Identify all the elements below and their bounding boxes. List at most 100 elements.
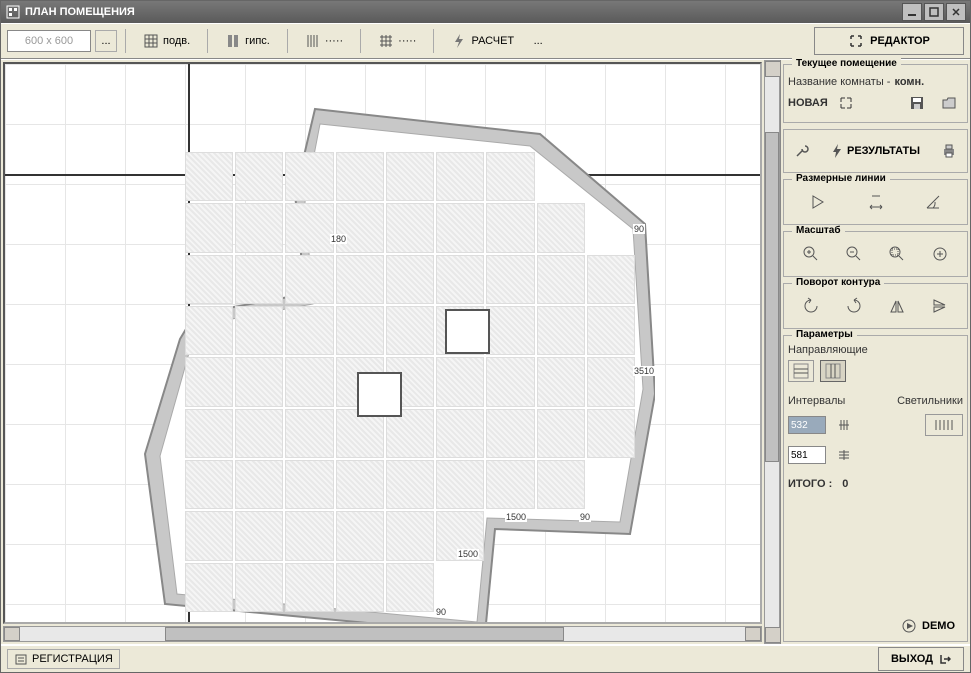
interval-y-handle[interactable] [830,443,858,467]
scale-title: Масштаб [792,225,845,236]
save-button[interactable] [903,91,931,115]
dim-90c: 90 [435,607,447,617]
exit-icon [939,653,951,665]
app-icon [5,4,21,20]
demo-label: DEMO [922,620,955,632]
interval-x-handle[interactable] [830,413,858,437]
crosshatch-icon [378,33,394,49]
total-label: ИТОГО : [788,478,832,490]
tile-size-input[interactable] [7,30,91,52]
dim-arrow-button[interactable] [805,190,833,214]
dim-1500a: 1500 [505,512,527,522]
dim-lines-title: Размерные линии [792,173,890,184]
floorplan-canvas[interactable]: 180 90 3510 90 1500 1500 90 [3,62,762,624]
vscroll-thumb[interactable] [765,132,779,462]
intervals-label: Интервалы [788,395,845,407]
hatch2-label: ····· [398,35,416,47]
hscrollbar[interactable] [3,626,762,642]
dim-180: 180 [330,234,347,244]
hatch2-button[interactable]: ····· [369,28,425,54]
dim-1500b: 1500 [457,549,479,559]
canvas-wrap: 180 90 3510 90 1500 1500 90 [1,60,764,644]
opening-2 [357,372,402,417]
guide-vertical-button[interactable] [820,360,846,382]
side-panel: Текущее помещение Название комнаты - ком… [780,60,970,644]
close-button[interactable] [946,3,966,21]
guides-label: Направляющие [788,344,963,356]
dim-3510: 3510 [633,366,655,376]
titlebar: ПЛАН ПОМЕЩЕНИЯ [1,1,970,23]
grid-icon [143,33,159,49]
exit-button[interactable]: ВЫХОД [878,647,964,671]
ceiling-type-button[interactable]: подв. [134,28,199,54]
zoom-in-button[interactable] [797,242,825,266]
lights-pattern-button[interactable] [925,414,963,436]
dim-90a: 90 [633,224,645,234]
zoom-out-button[interactable] [840,242,868,266]
rotate-cw-button[interactable] [840,294,868,318]
tools-button[interactable] [788,139,816,163]
lightning-icon [831,144,843,158]
registration-icon [14,652,28,666]
gips-label: гипс. [245,35,270,47]
rotate-panel: Поворот контура [783,283,968,329]
calc-button[interactable]: РАСЧЕТ [442,28,523,54]
flip-h-button[interactable] [883,294,911,318]
demo-button[interactable]: DEMO [788,615,963,637]
calc-label: РАСЧЕТ [471,35,514,47]
rotate-title: Поворот контура [792,277,884,288]
lightning-icon [451,33,467,49]
gips-button[interactable]: гипс. [216,28,279,54]
editor-button[interactable]: РЕДАКТОР [814,27,964,55]
current-room-title: Текущее помещение [792,58,901,69]
opening-1 [445,309,490,354]
dim-angle-button[interactable] [919,190,947,214]
dim-horiz-button[interactable] [862,190,890,214]
params-title: Параметры [792,329,857,340]
dimension-lines-panel: Размерные линии [783,179,968,225]
rotate-ccw-button[interactable] [797,294,825,318]
ceiling-tiles [185,152,635,612]
vscrollbar[interactable] [764,60,780,644]
hatch1-label: ····· [325,35,343,47]
total-value: 0 [842,478,848,490]
hatch1-button[interactable]: ····· [296,28,352,54]
lights-label: Светильники [897,395,963,407]
editor-label: РЕДАКТОР [870,35,930,47]
zoom-window-button[interactable] [883,242,911,266]
maximize-button[interactable] [924,3,944,21]
play-icon [902,619,916,633]
hscroll-thumb[interactable] [165,627,564,641]
interval-y-input[interactable] [788,446,826,464]
current-room-panel: Текущее помещение Название комнаты - ком… [783,64,968,123]
minimize-button[interactable] [902,3,922,21]
room-name-value: комн. [894,76,924,88]
size-more-button[interactable]: ... [95,30,117,52]
new-room-button[interactable] [832,91,860,115]
zoom-fit-button[interactable] [926,242,954,266]
open-button[interactable] [935,91,963,115]
scroll-down-button[interactable] [765,627,781,643]
print-button[interactable] [935,139,963,163]
flip-v-button[interactable] [926,294,954,318]
calc-more-button[interactable]: ... [527,30,549,52]
scroll-right-button[interactable] [745,627,761,641]
vlines-icon [305,33,321,49]
interval-x-input[interactable] [788,416,826,434]
scroll-up-button[interactable] [765,61,781,77]
main-area: 180 90 3510 90 1500 1500 90 [1,59,970,644]
ceiling-label: подв. [163,35,190,47]
dim-90b: 90 [579,512,591,522]
results-label: РЕЗУЛЬТАТЫ [847,145,920,157]
app-window: ПЛАН ПОМЕЩЕНИЯ ... подв. гипс. ····· ···… [0,0,971,673]
scroll-left-button[interactable] [4,627,20,641]
toolbar: ... подв. гипс. ····· ····· РАСЧЕТ ... [1,23,970,59]
registration-label: РЕГИСТРАЦИЯ [32,653,113,665]
registration-button[interactable]: РЕГИСТРАЦИЯ [7,649,120,669]
statusbar: РЕГИСТРАЦИЯ ВЫХОД [1,644,970,672]
guide-horizontal-button[interactable] [788,360,814,382]
room-shape: 180 90 3510 90 1500 1500 90 [135,104,655,624]
params-panel: Параметры Направляющие Интервалы Светиль… [783,335,968,642]
new-room-label: НОВАЯ [788,97,828,109]
scale-panel: Масштаб [783,231,968,277]
